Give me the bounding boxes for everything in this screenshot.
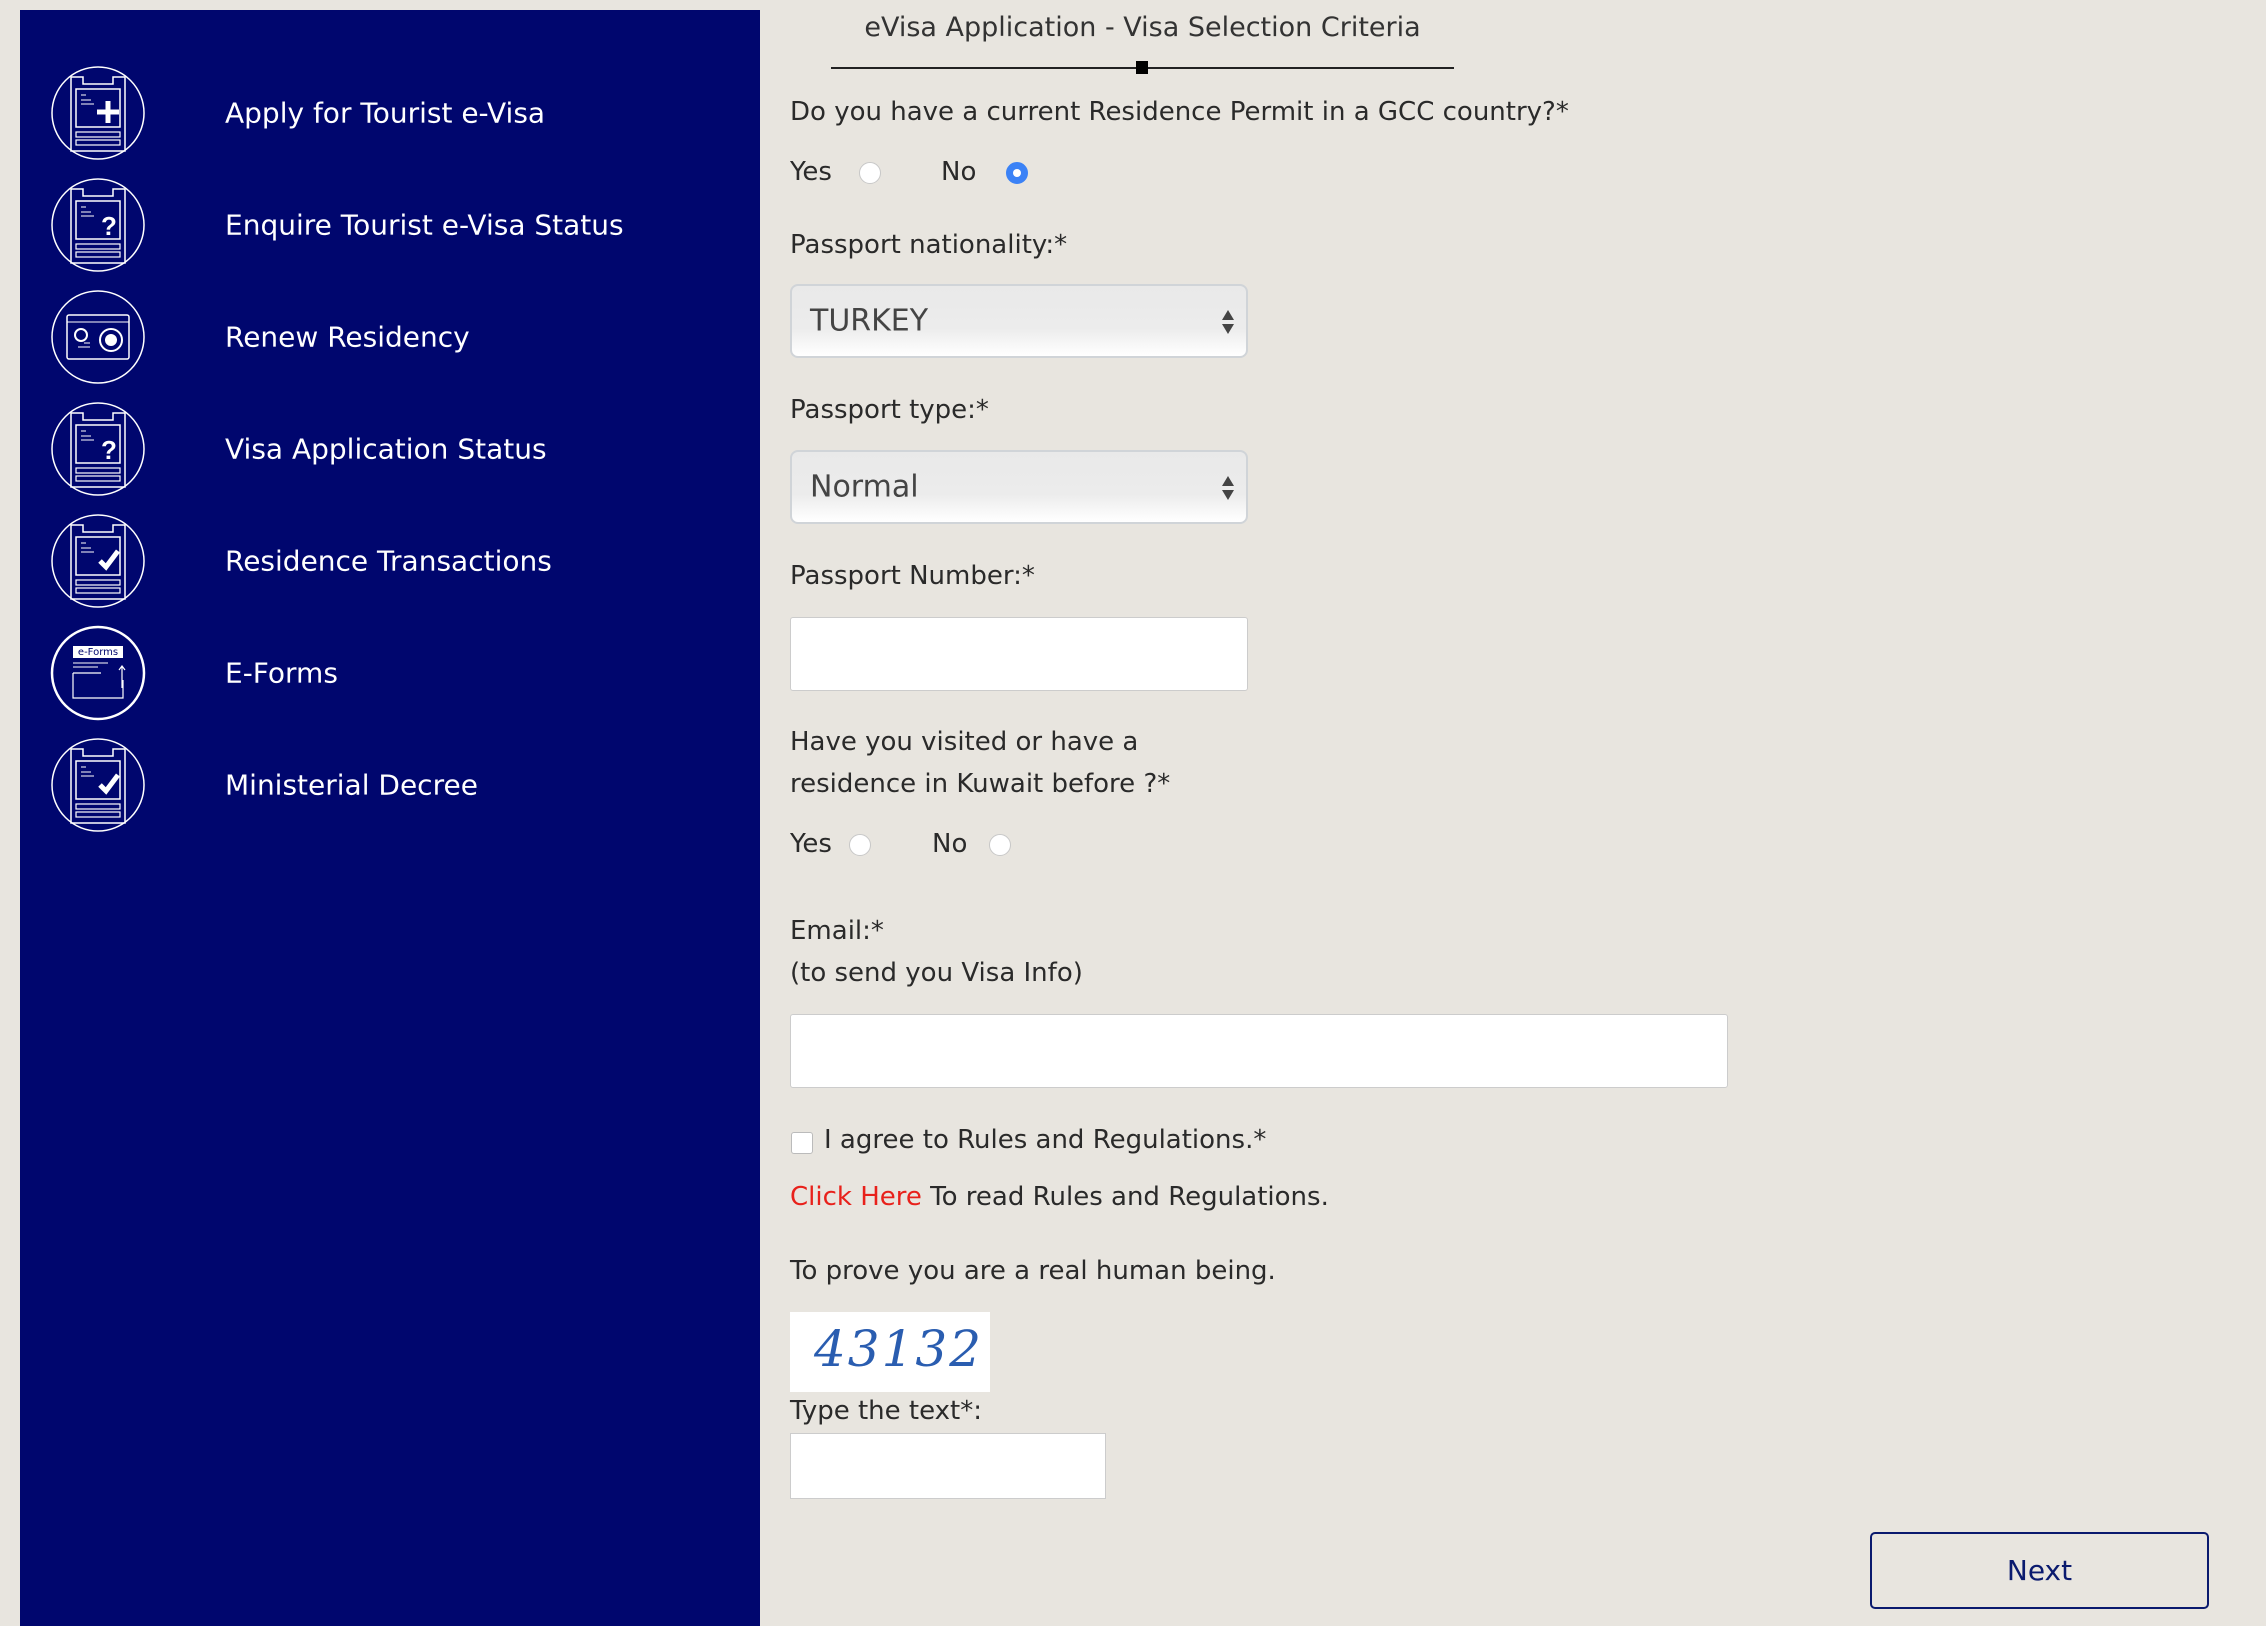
sidebar-item-label: Ministerial Decree xyxy=(225,768,478,802)
clipboard-check-icon xyxy=(51,738,145,832)
visited-no-radio[interactable] xyxy=(989,834,1011,856)
sidebar-item-ministerial-decree[interactable]: Ministerial Decree xyxy=(48,735,708,835)
visited-question-line2: residence in Kuwait before ?* xyxy=(790,769,1171,799)
email-label: Email:* xyxy=(790,916,884,946)
human-text: To prove you are a real human being. xyxy=(790,1256,1276,1286)
visited-question-line1: Have you visited or have a xyxy=(790,727,1139,757)
eforms-icon: e-Forms xyxy=(50,625,146,721)
svg-text:e-Forms: e-Forms xyxy=(78,647,118,658)
sidebar-item-label: Residence Transactions xyxy=(225,544,552,578)
clipboard-question-icon: ? xyxy=(51,178,145,272)
next-button[interactable]: Next xyxy=(1870,1532,2209,1609)
passport-type-value: Normal xyxy=(810,469,919,505)
progress-marker xyxy=(1136,61,1148,74)
captcha-image: 43132 xyxy=(790,1312,990,1392)
sidebar-item-label: E-Forms xyxy=(225,656,338,690)
visited-yes-radio[interactable] xyxy=(849,834,871,856)
agree-label: I agree to Rules and Regulations.* xyxy=(824,1125,1267,1155)
captcha-input[interactable] xyxy=(790,1433,1106,1499)
nationality-label: Passport nationality:* xyxy=(790,230,1068,260)
passport-type-select[interactable]: Normal xyxy=(790,450,1248,524)
captcha-label: Type the text*: xyxy=(790,1396,982,1426)
clipboard-check-icon xyxy=(51,514,145,608)
clipboard-plus-icon xyxy=(51,66,145,160)
rules-text: To read Rules and Regulations. xyxy=(921,1182,1329,1212)
nationality-select[interactable]: TURKEY xyxy=(790,284,1248,358)
rules-line: Click Here To read Rules and Regulations… xyxy=(790,1182,1329,1212)
sidebar-item-label: Renew Residency xyxy=(225,320,470,354)
gcc-question-label: Do you have a current Residence Permit i… xyxy=(790,97,1569,127)
visited-no-label: No xyxy=(932,829,968,859)
residency-card-icon xyxy=(51,290,145,384)
agree-checkbox[interactable] xyxy=(791,1132,813,1154)
sidebar-item-visa-application-status[interactable]: ? Visa Application Status xyxy=(48,399,708,499)
gcc-no-label: No xyxy=(941,157,977,187)
gcc-yes-radio[interactable] xyxy=(859,162,881,184)
sidebar-item-label: Apply for Tourist e-Visa xyxy=(225,96,546,130)
sidebar-item-label: Enquire Tourist e-Visa Status xyxy=(225,208,624,242)
gcc-no-radio[interactable] xyxy=(1006,162,1028,184)
sidebar-item-enquire-evisa-status[interactable]: ? Enquire Tourist e-Visa Status xyxy=(48,175,708,275)
email-sublabel: (to send you Visa Info) xyxy=(790,958,1083,988)
click-here-link[interactable]: Click Here xyxy=(790,1182,922,1212)
visited-yes-label: Yes xyxy=(790,829,832,859)
sidebar-item-label: Visa Application Status xyxy=(225,432,547,466)
page-title: eVisa Application - Visa Selection Crite… xyxy=(864,12,1421,43)
email-input[interactable] xyxy=(790,1014,1728,1088)
svg-text:?: ? xyxy=(101,435,117,465)
passport-type-label: Passport type:* xyxy=(790,395,989,425)
sidebar-item-e-forms[interactable]: e-Forms E-Forms xyxy=(48,623,708,723)
nationality-value: TURKEY xyxy=(810,303,929,339)
select-arrows-icon xyxy=(1222,310,1234,334)
select-arrows-icon xyxy=(1222,476,1234,500)
sidebar-item-residence-transactions[interactable]: Residence Transactions xyxy=(48,511,708,611)
captcha-text: 43132 xyxy=(814,1320,984,1378)
sidebar-item-apply-tourist-evisa[interactable]: Apply for Tourist e-Visa xyxy=(48,63,708,163)
sidebar-item-renew-residency[interactable]: Renew Residency xyxy=(48,287,708,387)
gcc-yes-label: Yes xyxy=(790,157,832,187)
passport-number-label: Passport Number:* xyxy=(790,561,1035,591)
svg-text:?: ? xyxy=(101,211,117,241)
clipboard-question-icon: ? xyxy=(51,402,145,496)
passport-number-input[interactable] xyxy=(790,617,1248,691)
